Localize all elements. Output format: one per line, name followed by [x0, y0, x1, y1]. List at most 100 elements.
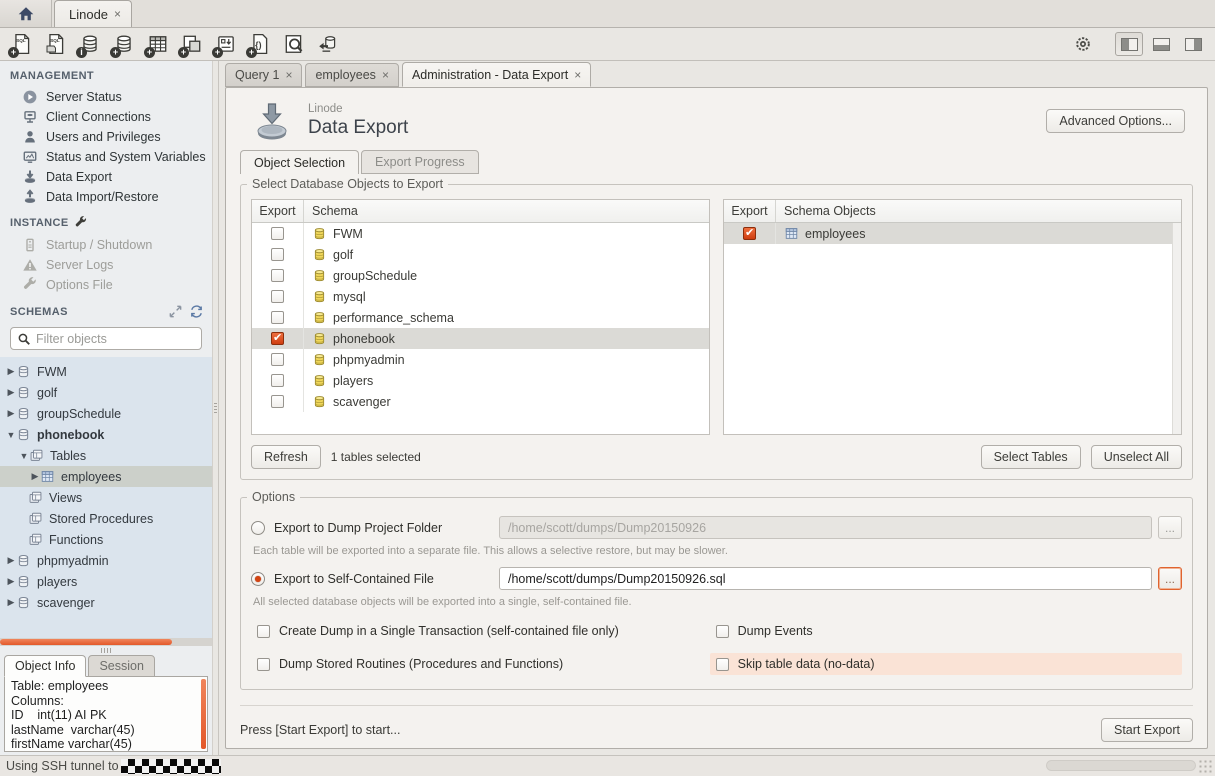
export-checkbox[interactable] — [271, 227, 284, 240]
schema-row-golf[interactable]: golf — [252, 244, 709, 265]
gear-icon[interactable] — [1074, 35, 1092, 53]
advanced-options-button[interactable]: Advanced Options... — [1046, 109, 1185, 133]
tree-item-stored-procedures[interactable]: Stored Procedures — [0, 508, 212, 529]
export-checkbox[interactable] — [271, 395, 284, 408]
refresh-schemas-icon[interactable] — [189, 304, 204, 319]
tab-query-1[interactable]: Query 1× — [225, 63, 302, 87]
refresh-button[interactable]: Refresh — [251, 445, 321, 469]
checkbox-icon[interactable] — [257, 658, 270, 671]
schema-row-scavenger[interactable]: scavenger — [252, 391, 709, 412]
scrollbar-thumb[interactable] — [0, 639, 172, 645]
schema-row-performance-schema[interactable]: performance_schema — [252, 307, 709, 328]
tab-session[interactable]: Session — [88, 655, 154, 677]
column-header-schema[interactable]: Schema — [304, 200, 709, 222]
unselect-all-button[interactable]: Unselect All — [1091, 445, 1182, 469]
tree-item-golf[interactable]: ▶golf — [0, 382, 212, 403]
object-row-employees[interactable]: employees — [724, 223, 1181, 244]
sidebar-splitter-handle[interactable] — [0, 646, 212, 654]
export-checkbox[interactable] — [271, 353, 284, 366]
close-icon[interactable]: × — [114, 7, 121, 21]
select-tables-button[interactable]: Select Tables — [981, 445, 1081, 469]
sidebar-item-server-status[interactable]: Server Status — [0, 87, 212, 107]
toggle-bottom-panel-icon[interactable] — [1147, 32, 1175, 56]
tab-export-progress[interactable]: Export Progress — [361, 150, 479, 174]
toggle-left-sidebar-icon[interactable] — [1115, 32, 1143, 56]
create-table-icon[interactable]: + — [144, 31, 171, 58]
browse-dump-folder-button[interactable]: ... — [1158, 516, 1182, 539]
export-checkbox[interactable] — [271, 248, 284, 261]
create-view-icon[interactable]: + — [178, 31, 205, 58]
tab-object-selection[interactable]: Object Selection — [240, 150, 359, 174]
tree-item-employees[interactable]: ▶employees — [0, 466, 212, 487]
open-sql-script-icon[interactable]: SQL — [42, 31, 69, 58]
tree-item-groupschedule[interactable]: ▶groupSchedule — [0, 403, 212, 424]
tree-item-tables[interactable]: ▼Tables — [0, 445, 212, 466]
tree-item-views[interactable]: Views — [0, 487, 212, 508]
sidebar-item-startup-shutdown[interactable]: Startup / Shutdown — [0, 235, 212, 255]
tree-item-scavenger[interactable]: ▶scavenger — [0, 592, 212, 613]
tree-item-players[interactable]: ▶players — [0, 571, 212, 592]
dump-stored-routines-checkbox[interactable]: Dump Stored Routines (Procedures and Fun… — [251, 653, 710, 675]
skip-table-data-checkbox[interactable]: Skip table data (no-data) — [710, 653, 1182, 675]
checkbox-icon[interactable] — [257, 625, 270, 638]
radio-icon[interactable] — [251, 521, 265, 535]
create-procedure-icon[interactable]: + — [212, 31, 239, 58]
column-header-export[interactable]: Export — [252, 200, 304, 222]
toggle-right-sidebar-icon[interactable] — [1179, 32, 1207, 56]
info-vertical-scrollbar[interactable] — [201, 679, 206, 749]
start-export-button[interactable]: Start Export — [1101, 718, 1193, 742]
checkbox-icon[interactable] — [716, 625, 729, 638]
export-checkbox[interactable] — [271, 332, 284, 345]
sidebar-item-users-privileges[interactable]: Users and Privileges — [0, 127, 212, 147]
connection-tab-linode[interactable]: Linode × — [54, 0, 132, 27]
tab-administration-data-export[interactable]: Administration - Data Export× — [402, 62, 591, 87]
export-checkbox[interactable] — [743, 227, 756, 240]
new-sql-tab-icon[interactable]: SQL+ — [8, 31, 35, 58]
export-checkbox[interactable] — [271, 290, 284, 303]
expand-schemas-icon[interactable] — [168, 304, 183, 319]
export-checkbox[interactable] — [271, 311, 284, 324]
dump-events-checkbox[interactable]: Dump Events — [710, 620, 1182, 642]
search-data-icon[interactable] — [280, 31, 307, 58]
schema-inspector-icon[interactable]: i — [76, 31, 103, 58]
export-self-contained-radio[interactable]: Export to Self-Contained File — [251, 572, 499, 586]
close-icon[interactable]: × — [285, 68, 292, 82]
close-icon[interactable]: × — [574, 68, 581, 82]
dump-folder-path-field[interactable]: /home/scott/dumps/Dump20150926 — [499, 516, 1152, 539]
schema-row-phpmyadmin[interactable]: phpmyadmin — [252, 349, 709, 370]
schema-row-players[interactable]: players — [252, 370, 709, 391]
tab-object-info[interactable]: Object Info — [4, 655, 86, 677]
tree-item-fwm[interactable]: ▶FWM — [0, 361, 212, 382]
column-header-export[interactable]: Export — [724, 200, 776, 222]
radio-icon[interactable] — [251, 572, 265, 586]
schema-row-mysql[interactable]: mysql — [252, 286, 709, 307]
objects-scrollbar-track[interactable] — [1172, 223, 1181, 434]
single-transaction-checkbox[interactable]: Create Dump in a Single Transaction (sel… — [251, 620, 710, 642]
export-checkbox[interactable] — [271, 269, 284, 282]
schema-row-fwm[interactable]: FWM — [252, 223, 709, 244]
schema-row-groupschedule[interactable]: groupSchedule — [252, 265, 709, 286]
checkbox-icon[interactable] — [716, 658, 729, 671]
statusbar-scrollbar-thumb[interactable] — [1046, 760, 1196, 771]
tree-item-phonebook[interactable]: ▼phonebook — [0, 424, 212, 445]
browse-self-contained-button[interactable]: ... — [1158, 567, 1182, 590]
export-dump-folder-radio[interactable]: Export to Dump Project Folder — [251, 521, 499, 535]
sidebar-item-data-export[interactable]: Data Export — [0, 167, 212, 187]
sidebar-item-client-connections[interactable]: Client Connections — [0, 107, 212, 127]
window-resize-grip[interactable] — [1198, 759, 1214, 775]
sidebar-item-status-system-variables[interactable]: Status and System Variables — [0, 147, 212, 167]
create-schema-icon[interactable]: + — [110, 31, 137, 58]
close-icon[interactable]: × — [382, 68, 389, 82]
sidebar-item-server-logs[interactable]: Server Logs — [0, 255, 212, 275]
reconnect-database-icon[interactable] — [314, 31, 341, 58]
column-header-schema-objects[interactable]: Schema Objects — [776, 200, 1181, 222]
export-checkbox[interactable] — [271, 374, 284, 387]
tab-employees[interactable]: employees× — [305, 63, 398, 87]
main-splitter-handle[interactable] — [212, 61, 219, 755]
create-function-icon[interactable]: + — [246, 31, 273, 58]
tree-item-phpmyadmin[interactable]: ▶phpmyadmin — [0, 550, 212, 571]
home-tab[interactable] — [0, 0, 52, 27]
sidebar-item-data-import[interactable]: Data Import/Restore — [0, 187, 212, 207]
schema-row-phonebook[interactable]: phonebook — [252, 328, 709, 349]
tree-item-functions[interactable]: Functions — [0, 529, 212, 550]
